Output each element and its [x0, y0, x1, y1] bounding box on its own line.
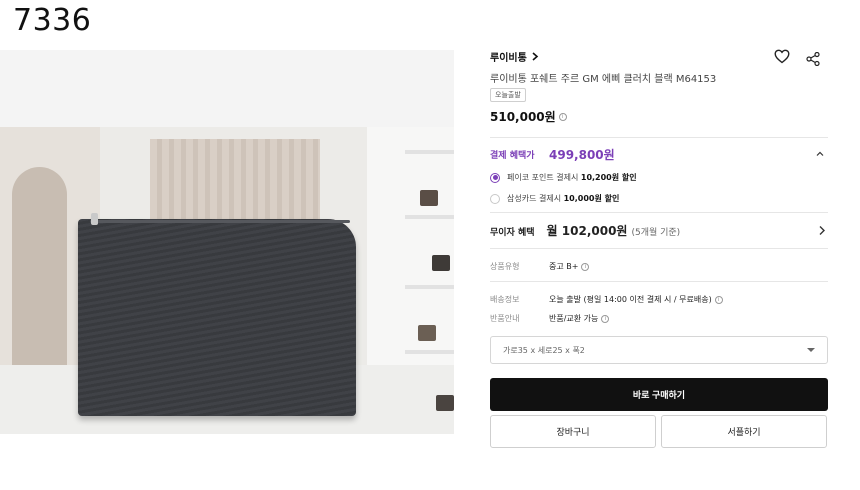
- benefit-option-payco[interactable]: 페이코 포인트 결제시 10,200원 할인: [490, 172, 637, 183]
- shelf-line: [405, 215, 454, 219]
- shipping-key: 배송정보: [490, 295, 520, 304]
- brand-link[interactable]: 루이비통: [490, 49, 539, 64]
- shelf-bag: [418, 325, 436, 341]
- installment-period: (5개월 기준): [631, 228, 681, 238]
- chevron-right-icon[interactable]: [818, 225, 826, 236]
- product-title: 루이비통 포쉐트 주르 GM 에삐 클러치 블랙 M64153: [490, 74, 717, 85]
- bag-zipper: [90, 220, 350, 223]
- return-key: 반품안내: [490, 314, 520, 323]
- share-button[interactable]: [804, 50, 822, 68]
- benefit-price: 499,800원: [549, 148, 615, 162]
- divider: [490, 248, 828, 249]
- info-icon[interactable]: i: [714, 295, 723, 304]
- info-icon[interactable]: i: [581, 262, 590, 271]
- grade-value: 중고 B+: [549, 262, 579, 271]
- info-icon[interactable]: i: [558, 112, 567, 121]
- product-image[interactable]: [0, 50, 454, 434]
- heart-icon: [774, 49, 790, 63]
- installment-row[interactable]: 무이자 혜택 월 102,000원 (5개월 기준): [490, 222, 680, 239]
- option-amount: 10,200원 할인: [580, 173, 637, 182]
- shipping-row: 배송정보 오늘 출발 (평일 14:00 이전 결제 시 / 무료배송) i: [490, 294, 723, 305]
- brand-name: 루이비통: [490, 53, 527, 64]
- radio-selected[interactable]: [490, 172, 500, 183]
- benefit-label: 결제 혜택가: [490, 151, 535, 161]
- shelf-line: [405, 350, 454, 354]
- info-icon[interactable]: i: [601, 314, 610, 323]
- installment-label: 무이자 혜택: [490, 228, 535, 238]
- clutch-bag: [78, 219, 356, 416]
- grade-key: 상품유형: [490, 262, 520, 271]
- chevron-down-icon: [807, 348, 815, 352]
- wishlist-button[interactable]: [773, 47, 791, 65]
- overlay-code: 7336: [13, 3, 92, 38]
- option-prefix: 페이코 포인트 결제시: [507, 173, 579, 182]
- divider: [490, 212, 828, 213]
- gift-button[interactable]: 서플하기: [661, 415, 827, 448]
- shelf-bag: [420, 190, 438, 206]
- grade-row: 상품유형 중고 B+ i: [490, 261, 590, 272]
- product-price: 510,000원 i: [490, 108, 567, 125]
- return-value: 반품/교환 가능: [549, 314, 599, 323]
- shipping-value: 오늘 출발 (평일 14:00 이전 결제 시 / 무료배송): [549, 295, 712, 304]
- buy-now-button[interactable]: 바로 구매하기: [490, 378, 828, 411]
- shelf-bag: [432, 255, 450, 271]
- option-prefix: 삼성카드 결제시: [507, 194, 562, 203]
- share-icon: [806, 52, 820, 66]
- price-value: 510,000원: [490, 110, 556, 124]
- shelf-bag: [436, 395, 454, 411]
- chevron-up-icon[interactable]: [816, 150, 824, 158]
- size-select[interactable]: 가로35 x 세로25 x 폭2: [490, 336, 828, 364]
- shelf-line: [405, 285, 454, 289]
- shipping-value-wrap: 오늘 출발 (평일 14:00 이전 결제 시 / 무료배송) i: [549, 294, 723, 305]
- divider: [490, 281, 828, 282]
- installment-amount: 월 102,000원: [546, 224, 628, 238]
- size-select-value: 가로35 x 세로25 x 폭2: [503, 345, 585, 355]
- grade-value-wrap: 중고 B+ i: [549, 261, 590, 272]
- shelf-line: [405, 150, 454, 154]
- option-text: 페이코 포인트 결제시 10,200원 할인: [507, 172, 637, 183]
- option-text: 삼성카드 결제시 10,000원 할인: [507, 193, 619, 204]
- benefit-option-samsung[interactable]: 삼성카드 결제시 10,000원 할인: [490, 193, 619, 204]
- zipper-pull: [91, 213, 98, 225]
- return-row: 반품안내 반품/교환 가능 i: [490, 313, 610, 324]
- radio-unselected[interactable]: [490, 193, 500, 204]
- return-value-wrap: 반품/교환 가능 i: [549, 313, 610, 324]
- divider: [490, 137, 828, 138]
- shipping-badge: 오늘출발: [490, 88, 526, 102]
- chevron-right-icon: [532, 52, 539, 61]
- background-arch: [12, 167, 67, 367]
- cart-button[interactable]: 장바구니: [490, 415, 656, 448]
- option-amount: 10,000원 할인: [563, 194, 620, 203]
